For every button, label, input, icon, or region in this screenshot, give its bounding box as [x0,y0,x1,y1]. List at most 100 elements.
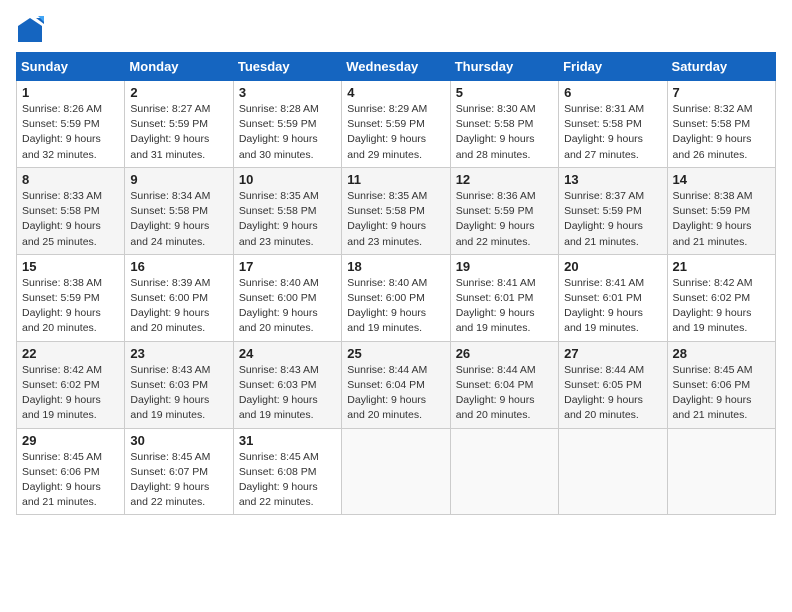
calendar-header-thursday: Thursday [450,53,558,81]
calendar-header-sunday: Sunday [17,53,125,81]
day-info: Sunrise: 8:45 AM Sunset: 6:07 PM Dayligh… [130,450,227,511]
calendar-cell: 26 Sunrise: 8:44 AM Sunset: 6:04 PM Dayl… [450,341,558,428]
day-info: Sunrise: 8:35 AM Sunset: 5:58 PM Dayligh… [347,189,444,250]
day-info: Sunrise: 8:28 AM Sunset: 5:59 PM Dayligh… [239,102,336,163]
calendar-cell: 4 Sunrise: 8:29 AM Sunset: 5:59 PM Dayli… [342,81,450,168]
day-info: Sunrise: 8:39 AM Sunset: 6:00 PM Dayligh… [130,276,227,337]
day-number: 8 [22,172,119,187]
day-info: Sunrise: 8:44 AM Sunset: 6:05 PM Dayligh… [564,363,661,424]
calendar-table: SundayMondayTuesdayWednesdayThursdayFrid… [16,52,776,515]
calendar-cell: 11 Sunrise: 8:35 AM Sunset: 5:58 PM Dayl… [342,167,450,254]
calendar-cell: 21 Sunrise: 8:42 AM Sunset: 6:02 PM Dayl… [667,254,775,341]
day-number: 17 [239,259,336,274]
day-number: 5 [456,85,553,100]
day-number: 10 [239,172,336,187]
calendar-week-3: 15 Sunrise: 8:38 AM Sunset: 5:59 PM Dayl… [17,254,776,341]
calendar-cell: 17 Sunrise: 8:40 AM Sunset: 6:00 PM Dayl… [233,254,341,341]
page-container: SundayMondayTuesdayWednesdayThursdayFrid… [16,16,776,515]
day-info: Sunrise: 8:40 AM Sunset: 6:00 PM Dayligh… [347,276,444,337]
calendar-cell: 9 Sunrise: 8:34 AM Sunset: 5:58 PM Dayli… [125,167,233,254]
day-number: 31 [239,433,336,448]
day-info: Sunrise: 8:44 AM Sunset: 6:04 PM Dayligh… [456,363,553,424]
calendar-header-monday: Monday [125,53,233,81]
day-info: Sunrise: 8:43 AM Sunset: 6:03 PM Dayligh… [239,363,336,424]
logo [16,16,48,44]
day-number: 9 [130,172,227,187]
calendar-week-2: 8 Sunrise: 8:33 AM Sunset: 5:58 PM Dayli… [17,167,776,254]
calendar-cell [559,428,667,515]
calendar-header-friday: Friday [559,53,667,81]
calendar-cell: 15 Sunrise: 8:38 AM Sunset: 5:59 PM Dayl… [17,254,125,341]
day-number: 30 [130,433,227,448]
calendar-cell: 16 Sunrise: 8:39 AM Sunset: 6:00 PM Dayl… [125,254,233,341]
calendar-cell: 12 Sunrise: 8:36 AM Sunset: 5:59 PM Dayl… [450,167,558,254]
day-number: 7 [673,85,770,100]
calendar-cell: 3 Sunrise: 8:28 AM Sunset: 5:59 PM Dayli… [233,81,341,168]
calendar-header-saturday: Saturday [667,53,775,81]
day-number: 29 [22,433,119,448]
day-number: 18 [347,259,444,274]
calendar-cell: 20 Sunrise: 8:41 AM Sunset: 6:01 PM Dayl… [559,254,667,341]
day-number: 11 [347,172,444,187]
calendar-cell: 22 Sunrise: 8:42 AM Sunset: 6:02 PM Dayl… [17,341,125,428]
day-info: Sunrise: 8:45 AM Sunset: 6:06 PM Dayligh… [22,450,119,511]
calendar-header-row: SundayMondayTuesdayWednesdayThursdayFrid… [17,53,776,81]
calendar-header-wednesday: Wednesday [342,53,450,81]
calendar-cell: 7 Sunrise: 8:32 AM Sunset: 5:58 PM Dayli… [667,81,775,168]
day-number: 15 [22,259,119,274]
day-number: 22 [22,346,119,361]
day-info: Sunrise: 8:42 AM Sunset: 6:02 PM Dayligh… [673,276,770,337]
day-number: 27 [564,346,661,361]
calendar-week-4: 22 Sunrise: 8:42 AM Sunset: 6:02 PM Dayl… [17,341,776,428]
calendar-cell: 2 Sunrise: 8:27 AM Sunset: 5:59 PM Dayli… [125,81,233,168]
calendar-cell: 8 Sunrise: 8:33 AM Sunset: 5:58 PM Dayli… [17,167,125,254]
day-info: Sunrise: 8:44 AM Sunset: 6:04 PM Dayligh… [347,363,444,424]
calendar-header-tuesday: Tuesday [233,53,341,81]
day-info: Sunrise: 8:40 AM Sunset: 6:00 PM Dayligh… [239,276,336,337]
day-info: Sunrise: 8:41 AM Sunset: 6:01 PM Dayligh… [564,276,661,337]
day-number: 2 [130,85,227,100]
day-info: Sunrise: 8:26 AM Sunset: 5:59 PM Dayligh… [22,102,119,163]
calendar-cell [667,428,775,515]
calendar-cell: 31 Sunrise: 8:45 AM Sunset: 6:08 PM Dayl… [233,428,341,515]
day-number: 6 [564,85,661,100]
day-info: Sunrise: 8:34 AM Sunset: 5:58 PM Dayligh… [130,189,227,250]
day-info: Sunrise: 8:41 AM Sunset: 6:01 PM Dayligh… [456,276,553,337]
calendar-cell: 6 Sunrise: 8:31 AM Sunset: 5:58 PM Dayli… [559,81,667,168]
day-number: 16 [130,259,227,274]
calendar-cell: 25 Sunrise: 8:44 AM Sunset: 6:04 PM Dayl… [342,341,450,428]
calendar-cell: 1 Sunrise: 8:26 AM Sunset: 5:59 PM Dayli… [17,81,125,168]
day-number: 3 [239,85,336,100]
day-info: Sunrise: 8:42 AM Sunset: 6:02 PM Dayligh… [22,363,119,424]
day-info: Sunrise: 8:38 AM Sunset: 5:59 PM Dayligh… [22,276,119,337]
day-info: Sunrise: 8:36 AM Sunset: 5:59 PM Dayligh… [456,189,553,250]
calendar-week-1: 1 Sunrise: 8:26 AM Sunset: 5:59 PM Dayli… [17,81,776,168]
day-info: Sunrise: 8:30 AM Sunset: 5:58 PM Dayligh… [456,102,553,163]
calendar-cell: 14 Sunrise: 8:38 AM Sunset: 5:59 PM Dayl… [667,167,775,254]
day-number: 21 [673,259,770,274]
calendar-cell: 10 Sunrise: 8:35 AM Sunset: 5:58 PM Dayl… [233,167,341,254]
day-number: 25 [347,346,444,361]
header [16,16,776,44]
day-number: 1 [22,85,119,100]
day-info: Sunrise: 8:29 AM Sunset: 5:59 PM Dayligh… [347,102,444,163]
calendar-cell: 5 Sunrise: 8:30 AM Sunset: 5:58 PM Dayli… [450,81,558,168]
day-info: Sunrise: 8:35 AM Sunset: 5:58 PM Dayligh… [239,189,336,250]
day-number: 28 [673,346,770,361]
day-number: 4 [347,85,444,100]
day-number: 24 [239,346,336,361]
day-number: 13 [564,172,661,187]
day-number: 23 [130,346,227,361]
day-number: 19 [456,259,553,274]
calendar-cell: 13 Sunrise: 8:37 AM Sunset: 5:59 PM Dayl… [559,167,667,254]
calendar-cell: 30 Sunrise: 8:45 AM Sunset: 6:07 PM Dayl… [125,428,233,515]
day-info: Sunrise: 8:37 AM Sunset: 5:59 PM Dayligh… [564,189,661,250]
calendar-cell: 27 Sunrise: 8:44 AM Sunset: 6:05 PM Dayl… [559,341,667,428]
day-info: Sunrise: 8:43 AM Sunset: 6:03 PM Dayligh… [130,363,227,424]
calendar-week-5: 29 Sunrise: 8:45 AM Sunset: 6:06 PM Dayl… [17,428,776,515]
day-info: Sunrise: 8:32 AM Sunset: 5:58 PM Dayligh… [673,102,770,163]
day-number: 14 [673,172,770,187]
logo-icon [16,16,44,44]
day-number: 26 [456,346,553,361]
day-info: Sunrise: 8:33 AM Sunset: 5:58 PM Dayligh… [22,189,119,250]
